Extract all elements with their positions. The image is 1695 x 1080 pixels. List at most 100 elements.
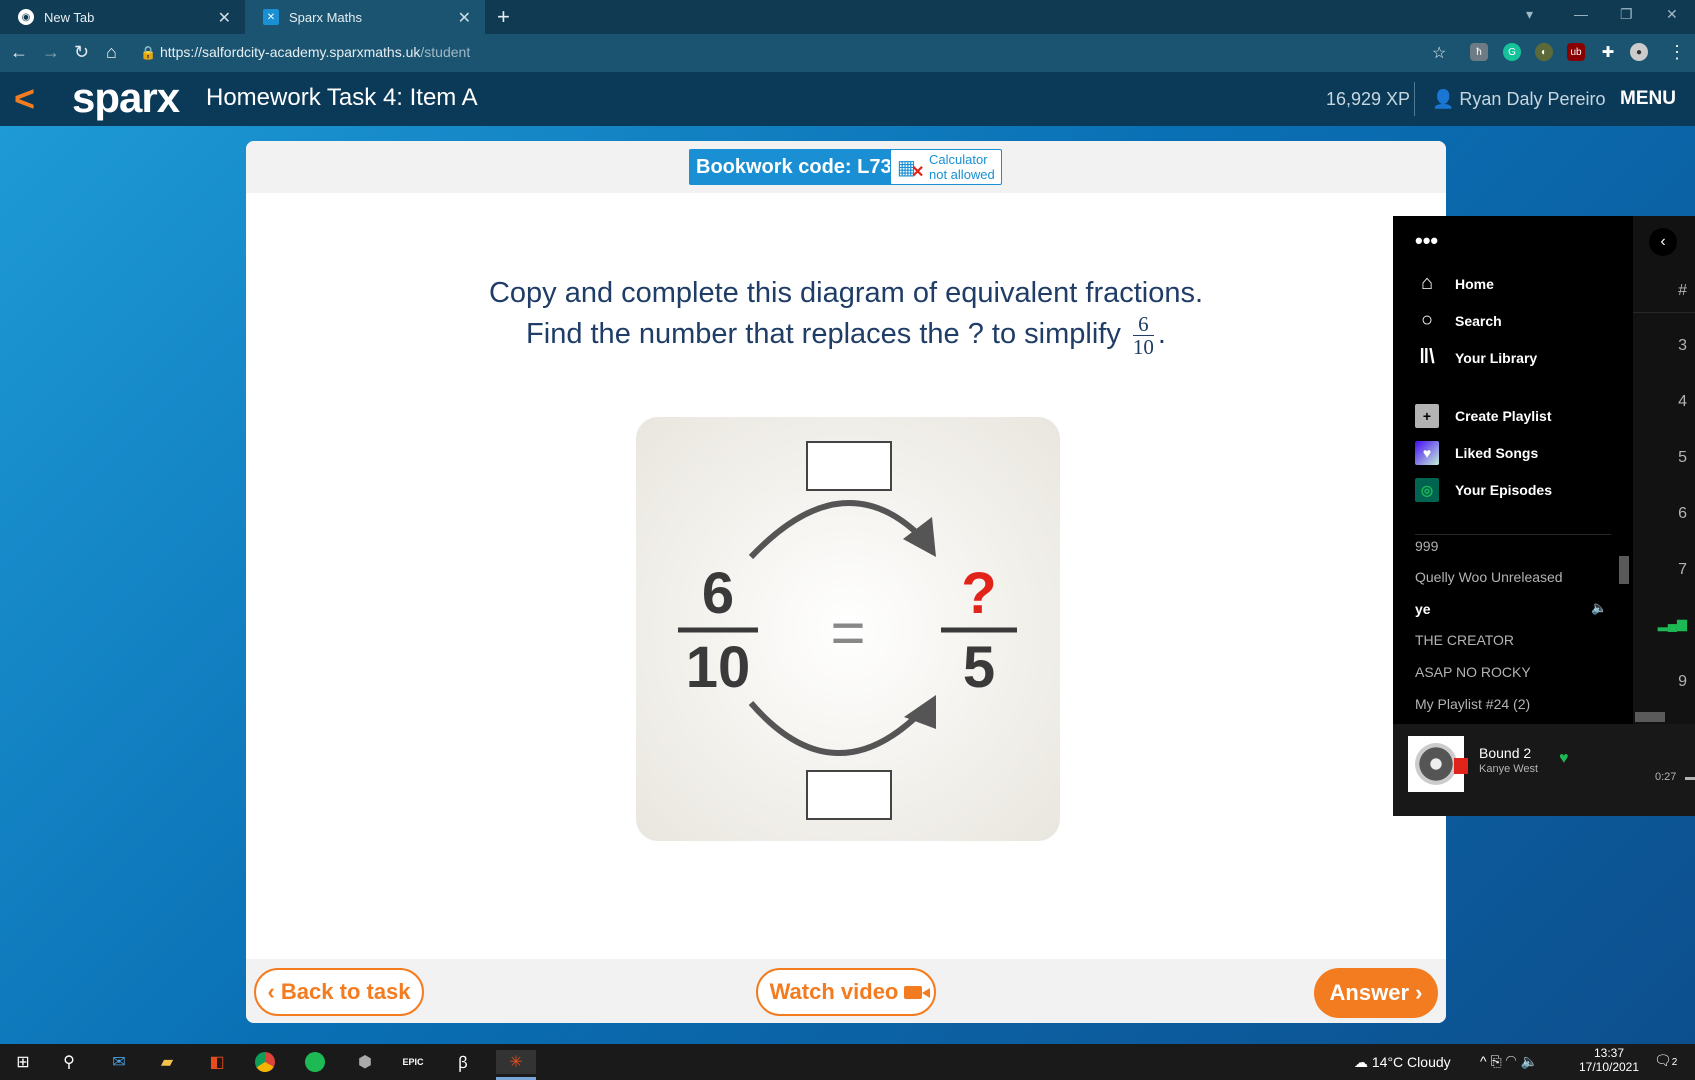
scrollbar-thumb[interactable] [1619, 556, 1629, 584]
fraction-numerator: 6 [1132, 313, 1154, 336]
heart-icon: ♥ [1415, 441, 1439, 465]
track-artist[interactable]: Kanye West [1479, 763, 1538, 775]
grammarly-icon[interactable]: G [1503, 43, 1521, 61]
close-tab-icon[interactable]: ✕ [218, 8, 231, 28]
equivalent-fractions-diagram: 6 10 = ? 5 [636, 417, 1060, 841]
playlist-item[interactable]: ASAP NO ROCKY [1415, 664, 1531, 680]
active-app-icon[interactable]: ✳ [496, 1050, 536, 1074]
unity-icon[interactable]: ⬢ [352, 1050, 378, 1074]
close-tab-icon[interactable]: ✕ [458, 8, 471, 28]
back-icon[interactable]: ← [10, 42, 28, 63]
lock-icon: 🔒 [140, 45, 157, 60]
tab-new-tab[interactable]: ◉ New Tab ✕ [0, 0, 245, 34]
clock[interactable]: 13:37 17/10/2021 [1574, 1046, 1644, 1074]
divider [1415, 534, 1611, 535]
home-icon[interactable]: ⌂ [106, 42, 117, 63]
url-field[interactable]: https://salfordcity-academy.sparxmaths.u… [160, 44, 470, 60]
clock-time: 13:37 [1593, 1046, 1625, 1060]
restore-icon[interactable]: ❐ [1620, 6, 1633, 23]
app-icon[interactable]: ꞵ [450, 1050, 476, 1074]
answer-button[interactable]: Answer › [1314, 968, 1438, 1018]
file-explorer-icon[interactable]: ▰ [154, 1050, 180, 1074]
menu-button[interactable]: MENU [1620, 88, 1676, 110]
elapsed-time: 0:27 [1655, 771, 1677, 783]
spotify-nav-library[interactable]: ‖\ Your Library [1415, 346, 1537, 369]
search-icon[interactable]: ⚲ [56, 1050, 82, 1074]
watch-video-label: Watch video [769, 979, 899, 1004]
like-heart-icon[interactable]: ♥ [1559, 750, 1569, 768]
office-icon[interactable]: ◧ [204, 1050, 230, 1074]
playlist-item[interactable]: 999 [1415, 538, 1438, 554]
track-number: 7 [1678, 561, 1687, 578]
xp-counter: 16,929 XP [1326, 89, 1411, 109]
your-episodes-button[interactable]: ◎ Your Episodes [1415, 478, 1552, 502]
spotify-nav-search[interactable]: ○ Search [1415, 309, 1502, 332]
equals-sign: = [830, 599, 865, 666]
extension-icon[interactable]: ħ [1470, 43, 1488, 61]
playlist-item[interactable]: My Playlist #24 (2) [1415, 696, 1530, 712]
calculator-not-allowed-badge: ▦ ✕ Calculator not allowed [890, 149, 1002, 185]
collapse-chevron-icon[interactable]: ‹ [1649, 228, 1677, 256]
calculator-label: Calculator [929, 152, 988, 167]
question-text: Copy and complete this diagram of equiva… [246, 273, 1446, 358]
back-to-task-button[interactable]: ‹ Back to task [254, 968, 424, 1016]
track-title[interactable]: Bound 2 [1479, 745, 1531, 761]
reload-icon[interactable]: ↻ [74, 42, 89, 63]
browser-tab-bar: ◉ New Tab ✕ ✕ Sparx Maths ✕ + ▾ — ❐ ✕ [0, 0, 1695, 34]
diagram-svg: 6 10 = ? 5 [678, 441, 1017, 820]
album-art[interactable] [1408, 736, 1468, 792]
back-chevron-icon[interactable]: < [14, 78, 35, 120]
more-options-icon[interactable]: ••• [1415, 228, 1438, 254]
playing-bars-icon: ▂▄▆ [1657, 616, 1687, 631]
mail-icon[interactable]: ✉ [106, 1050, 132, 1074]
bookmark-star-icon[interactable]: ☆ [1432, 43, 1446, 63]
kebab-menu-icon[interactable]: ⋮ [1668, 42, 1686, 63]
spotify-window: ••• ⌂ Home ○ Search ‖\ Your Library + Create… [1393, 216, 1695, 816]
spotify-nav-home[interactable]: ⌂ Home [1415, 272, 1494, 295]
top-arrow [748, 500, 929, 560]
bottom-answer-box[interactable] [806, 770, 892, 820]
epic-games-icon[interactable]: EPIC [400, 1050, 426, 1074]
playlist-item[interactable]: THE CREATOR [1415, 632, 1514, 648]
playlist-item-active[interactable]: ye [1415, 601, 1431, 617]
nav-label: Your Library [1455, 349, 1538, 366]
spotify-taskbar-icon[interactable] [302, 1050, 328, 1074]
progress-bar[interactable] [1685, 777, 1695, 780]
extension-icon[interactable]: ◐ [1535, 43, 1553, 61]
user-name[interactable]: 👤 Ryan Daly Pereiro [1432, 89, 1605, 110]
user-icon: 👤 [1432, 89, 1460, 109]
unknown-numerator: ? [961, 561, 996, 626]
track-list-pane: ‹ # 3 4 5 6 7 ▂▄▆ 9 [1633, 216, 1695, 724]
forward-icon[interactable]: → [42, 42, 60, 63]
minimize-icon[interactable]: — [1574, 6, 1588, 22]
weather-widget[interactable]: ☁ 14°C Cloudy [1354, 1054, 1451, 1071]
top-answer-box[interactable] [806, 441, 892, 491]
tab-sparx-maths[interactable]: ✕ Sparx Maths ✕ [245, 0, 485, 34]
library-icon: ‖\ [1419, 346, 1435, 368]
profile-dropdown-icon[interactable]: ▾ [1526, 6, 1533, 23]
system-tray-icons[interactable]: ^ ⎘ ◠ 🔈 [1480, 1053, 1538, 1070]
windows-start-icon[interactable]: ⊞ [10, 1050, 36, 1074]
watch-video-button[interactable]: Watch video [756, 968, 936, 1016]
chrome-taskbar-icon[interactable] [252, 1050, 278, 1074]
chevron-right-icon: › [1409, 980, 1423, 1005]
horizontal-scrollbar[interactable] [1635, 712, 1665, 722]
left-denominator: 10 [686, 635, 751, 700]
tab-title: New Tab [44, 9, 95, 25]
profile-avatar-icon[interactable]: ● [1630, 43, 1648, 61]
extensions-puzzle-icon[interactable]: ✚ [1599, 43, 1617, 61]
new-tab-button[interactable]: + [497, 4, 510, 30]
create-playlist-button[interactable]: + Create Playlist [1415, 404, 1552, 428]
chrome-icon: ◉ [18, 9, 34, 25]
user-name-label: Ryan Daly Pereiro [1459, 89, 1606, 109]
ublock-icon[interactable]: ub [1567, 43, 1585, 61]
cd-icon [1415, 743, 1457, 785]
notifications-icon[interactable]: 🗨2 [1654, 1052, 1677, 1069]
track-number: 3 [1678, 337, 1687, 354]
playlist-item[interactable]: Quelly Woo Unreleased [1415, 569, 1563, 585]
close-window-icon[interactable]: ✕ [1666, 6, 1678, 23]
podcast-icon: ◎ [1415, 478, 1439, 502]
question-card: Bookwork code: L73 ▦ ✕ Calculator not all… [246, 141, 1446, 1023]
period: . [1157, 318, 1166, 351]
liked-songs-button[interactable]: ♥ Liked Songs [1415, 441, 1538, 465]
